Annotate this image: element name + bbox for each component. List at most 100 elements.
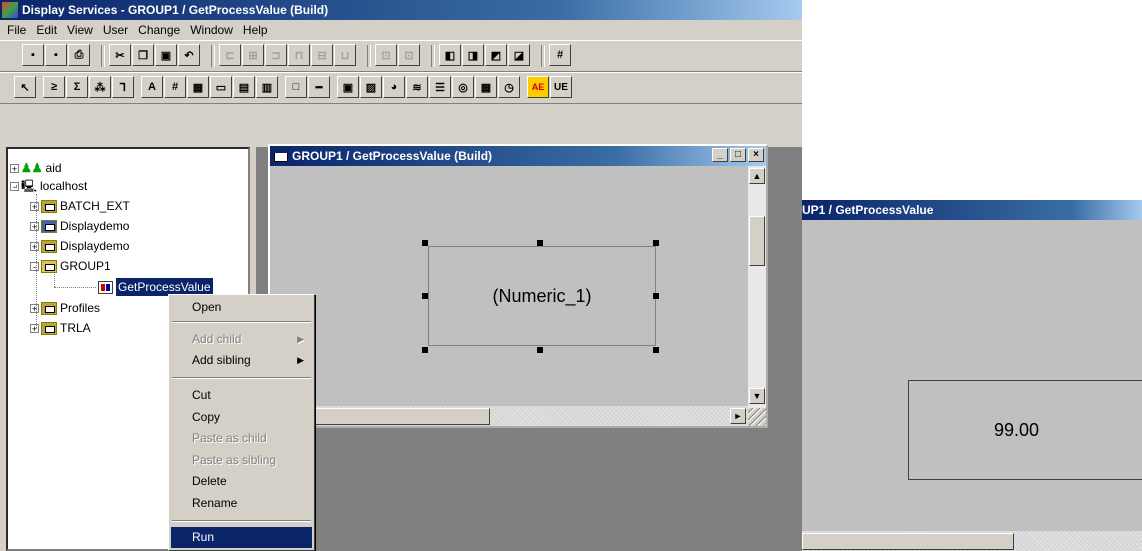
same-height-icon[interactable]: ⊡ — [398, 44, 420, 66]
align-top-icon[interactable]: ⊓ — [288, 44, 310, 66]
resize-handle[interactable] — [653, 347, 659, 353]
align-right-icon[interactable]: ⊐ — [265, 44, 287, 66]
group-icon[interactable]: ⁂ — [89, 76, 111, 98]
run-window-titlebar[interactable]: UP1 / GetProcessValue — [802, 200, 1142, 220]
menu-edit[interactable]: Edit — [31, 23, 62, 37]
resize-handle[interactable] — [653, 293, 659, 299]
list-icon[interactable]: ▥ — [256, 76, 278, 98]
menu-window[interactable]: Window — [185, 23, 238, 37]
compare-icon[interactable]: ≥ — [43, 76, 65, 98]
backward-icon[interactable]: ◪ — [508, 44, 530, 66]
size-grip-icon[interactable] — [748, 408, 766, 426]
tree-item-aid[interactable]: + ♟♟ aid — [10, 159, 62, 177]
horizontal-scrollbar[interactable]: ► — [270, 406, 748, 426]
save-icon[interactable]: ▪ — [22, 44, 44, 66]
same-width-icon[interactable]: ⊡ — [375, 44, 397, 66]
hscroll-thumb[interactable] — [314, 408, 490, 425]
numeric-tool[interactable]: # — [164, 76, 186, 98]
resize-handle[interactable] — [537, 347, 543, 353]
menu-item-paste-as-sibling[interactable]: Paste as sibling — [171, 450, 312, 471]
save-all-icon[interactable]: ▪ — [45, 44, 67, 66]
align-bottom-icon[interactable]: ⊔ — [334, 44, 356, 66]
rectangle-icon[interactable]: □ — [285, 76, 307, 98]
paste-icon[interactable]: ▣ — [155, 44, 177, 66]
ue-tool[interactable]: UE — [550, 76, 572, 98]
menu-view[interactable]: View — [62, 23, 98, 37]
menu-item-add-child[interactable]: Add child ▶ — [171, 329, 312, 350]
resize-handle[interactable] — [653, 240, 659, 246]
vertical-scrollbar[interactable]: ▲ ▼ — [748, 166, 766, 408]
chart-icon[interactable]: ▨ — [360, 76, 382, 98]
menu-item-cut[interactable]: Cut — [171, 385, 312, 406]
grid-table-icon[interactable]: ▦ — [475, 76, 497, 98]
menu-item-open[interactable]: Open — [171, 297, 312, 318]
tree-item-trla[interactable]: + TRLA — [30, 319, 91, 337]
scroll-thumb[interactable] — [749, 216, 765, 266]
input-field-icon[interactable]: ▭ — [210, 76, 232, 98]
tree-item-profiles[interactable]: + Profiles — [30, 299, 100, 317]
menu-file[interactable]: File — [2, 23, 31, 37]
clock-icon[interactable]: ◷ — [498, 76, 520, 98]
expand-icon[interactable]: + — [10, 163, 19, 173]
menu-item-copy[interactable]: Copy — [171, 407, 312, 428]
pie-icon[interactable]: ◕ — [383, 76, 405, 98]
scroll-down-icon[interactable]: ▼ — [749, 388, 765, 404]
copy-icon[interactable]: ❐ — [132, 44, 154, 66]
resize-handle[interactable] — [422, 240, 428, 246]
send-back-icon[interactable]: ◨ — [462, 44, 484, 66]
window-icon[interactable]: ▣ — [337, 76, 359, 98]
text-tool[interactable]: A — [141, 76, 163, 98]
expand-icon[interactable]: + — [30, 241, 39, 251]
menu-user[interactable]: User — [98, 23, 133, 37]
menu-item-paste-as-child[interactable]: Paste as child — [171, 428, 312, 449]
run-hscroll-thumb[interactable] — [802, 533, 1014, 550]
numeric-element[interactable]: (Numeric_1) — [428, 246, 656, 346]
print-icon[interactable]: ⎙ — [68, 44, 90, 66]
menu-item-run[interactable]: Run — [171, 527, 312, 548]
expand-icon[interactable]: + — [30, 303, 39, 313]
scroll-up-icon[interactable]: ▲ — [749, 168, 765, 184]
close-button[interactable]: × — [748, 148, 764, 162]
resize-handle[interactable] — [537, 240, 543, 246]
expand-icon[interactable]: + — [30, 221, 39, 231]
design-canvas[interactable]: (Numeric_1) — [270, 166, 748, 406]
menu-change[interactable]: Change — [133, 23, 185, 37]
pointer-icon[interactable]: ↖ — [14, 76, 36, 98]
scroll-right-icon[interactable]: ► — [730, 408, 746, 424]
undo-icon[interactable]: ↶ — [178, 44, 200, 66]
table-icon[interactable]: ☰ — [429, 76, 451, 98]
build-window-titlebar[interactable]: GROUP1 / GetProcessValue (Build) _ □ × — [270, 146, 766, 166]
expand-icon[interactable]: + — [30, 201, 39, 211]
tree-item-group1[interactable]: - GROUP1 — [30, 257, 111, 275]
forward-icon[interactable]: ◩ — [485, 44, 507, 66]
trend-icon[interactable]: ≋ — [406, 76, 428, 98]
line-icon[interactable]: ━ — [308, 76, 330, 98]
sum-icon[interactable]: Σ — [66, 76, 88, 98]
tree-item-localhost[interactable]: - 🖳 localhost — [10, 177, 87, 195]
menu-item-delete[interactable]: Delete — [171, 471, 312, 492]
run-horizontal-scrollbar[interactable] — [802, 531, 1142, 551]
tree-item-displaydemo[interactable]: + Displaydemo — [30, 217, 129, 235]
ae-tool[interactable]: AE — [527, 76, 549, 98]
main-titlebar[interactable]: Display Services - GROUP1 / GetProcessVa… — [0, 0, 802, 20]
grid-icon[interactable]: # — [549, 44, 571, 66]
menu-item-add-sibling[interactable]: Add sibling ▶ — [171, 350, 312, 371]
resize-handle[interactable] — [422, 293, 428, 299]
form-icon[interactable]: ▤ — [233, 76, 255, 98]
minimize-button[interactable]: _ — [712, 148, 728, 162]
align-center-icon[interactable]: ⊞ — [242, 44, 264, 66]
resize-handle[interactable] — [422, 347, 428, 353]
bring-front-icon[interactable]: ◧ — [439, 44, 461, 66]
tree-item-batch-ext[interactable]: + BATCH_EXT — [30, 197, 130, 215]
collapse-icon[interactable]: - — [10, 181, 19, 191]
collapse-icon[interactable]: - — [30, 261, 39, 271]
link-icon[interactable]: ⅂ — [112, 76, 134, 98]
menu-item-rename[interactable]: Rename — [171, 493, 312, 514]
expand-icon[interactable]: + — [30, 323, 39, 333]
matrix-icon[interactable]: ▦ — [187, 76, 209, 98]
cut-icon[interactable]: ✂ — [109, 44, 131, 66]
gauge-icon[interactable]: ◎ — [452, 76, 474, 98]
maximize-button[interactable]: □ — [730, 148, 746, 162]
menu-help[interactable]: Help — [238, 23, 273, 37]
tree-item-displaydemo-2[interactable]: + Displaydemo — [30, 237, 129, 255]
